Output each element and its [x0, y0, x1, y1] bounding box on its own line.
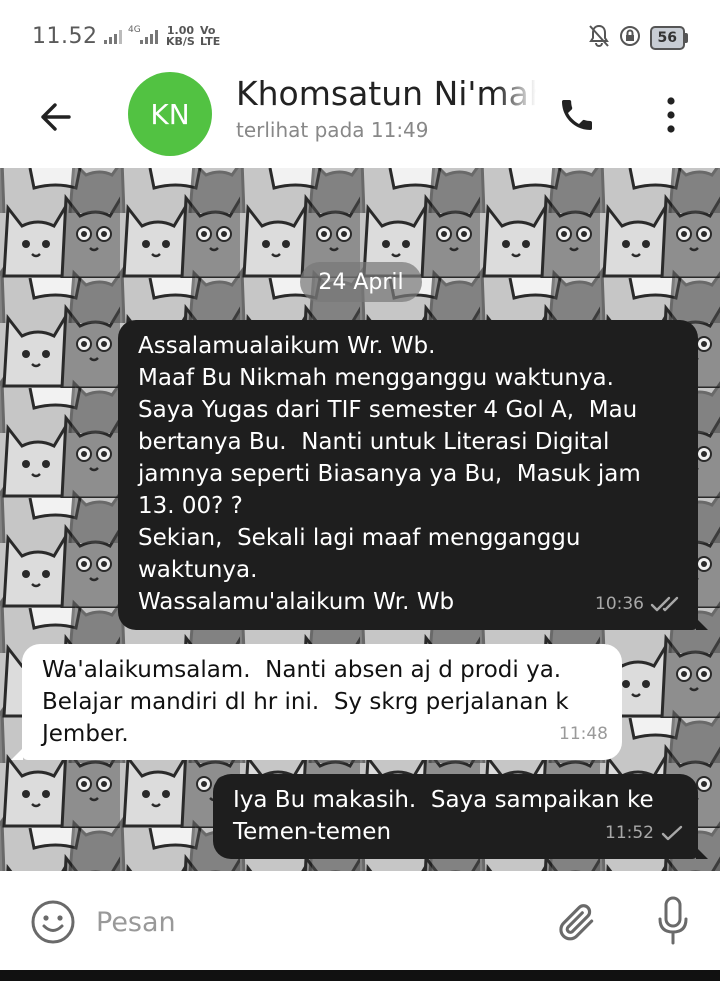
- message-list[interactable]: 24 April Assalamualaikum Wr. Wb. Maaf Bu…: [0, 168, 720, 871]
- microphone-icon: [658, 896, 688, 945]
- message-bubble-outgoing[interactable]: Iya Bu makasih. Saya sampaikan ke Temen-…: [213, 774, 698, 859]
- signal-strength-2-icon: [140, 30, 158, 44]
- message-text: Assalamualaikum Wr. Wb. Maaf Bu Nikmah m…: [138, 333, 641, 615]
- battery-level: 56: [649, 26, 685, 50]
- attach-button[interactable]: [552, 897, 602, 947]
- paperclip-icon: [559, 904, 594, 941]
- message-time: 11:52: [605, 823, 654, 843]
- more-vertical-icon: [667, 97, 675, 133]
- status-time: 11.52: [32, 24, 98, 49]
- message-composer: [0, 871, 720, 970]
- signal-strength-icon: [104, 30, 122, 44]
- phone-icon: [562, 100, 592, 130]
- message-meta: 10:36: [595, 588, 684, 620]
- message-time: 10:36: [595, 594, 644, 614]
- network-type: 4G: [128, 25, 141, 35]
- last-seen-status: terlihat pada 11:49: [236, 118, 429, 142]
- message-bubble-outgoing[interactable]: Assalamualaikum Wr. Wb. Maaf Bu Nikmah m…: [118, 320, 698, 630]
- emoji-button[interactable]: [28, 897, 78, 947]
- message-time: 11:48: [559, 724, 608, 744]
- double-check-icon: [650, 596, 679, 612]
- chat-header: KN Khomsatun Ni'mah terlihat pada 11:49: [0, 66, 720, 168]
- contact-name[interactable]: Khomsatun Ni'mah: [236, 74, 536, 113]
- date-separator: 24 April: [300, 262, 422, 302]
- call-button[interactable]: [552, 90, 602, 140]
- battery-icon: 56: [649, 26, 688, 50]
- message-bubble-incoming[interactable]: Wa'alaikumsalam. Nanti absen aj d prodi …: [22, 644, 622, 760]
- back-button[interactable]: [30, 92, 80, 142]
- volte-indicator: Vo LTE: [200, 25, 220, 47]
- message-meta: 11:48: [559, 718, 608, 750]
- status-icons: 56: [588, 24, 688, 52]
- voice-record-button[interactable]: [648, 893, 698, 949]
- avatar[interactable]: KN: [128, 72, 212, 156]
- arrow-left-icon: [41, 103, 71, 131]
- status-bar: 11.52 4G 1.00 KB/S Vo LTE 56: [0, 0, 720, 66]
- check-icon: [661, 825, 683, 841]
- smiley-icon: [31, 900, 75, 944]
- speed-unit: KB/S: [166, 35, 195, 48]
- data-saver-icon: [618, 24, 642, 52]
- more-options-button[interactable]: [648, 90, 694, 140]
- message-input[interactable]: [96, 897, 516, 947]
- bell-off-icon: [588, 24, 610, 52]
- volte-bottom: LTE: [200, 35, 221, 48]
- message-text: Wa'alaikumsalam. Nanti absen aj d prodi …: [42, 657, 576, 747]
- network-speed: 1.00 KB/S: [166, 25, 195, 47]
- system-nav-strip: [0, 970, 720, 981]
- message-meta: 11:52: [605, 817, 684, 849]
